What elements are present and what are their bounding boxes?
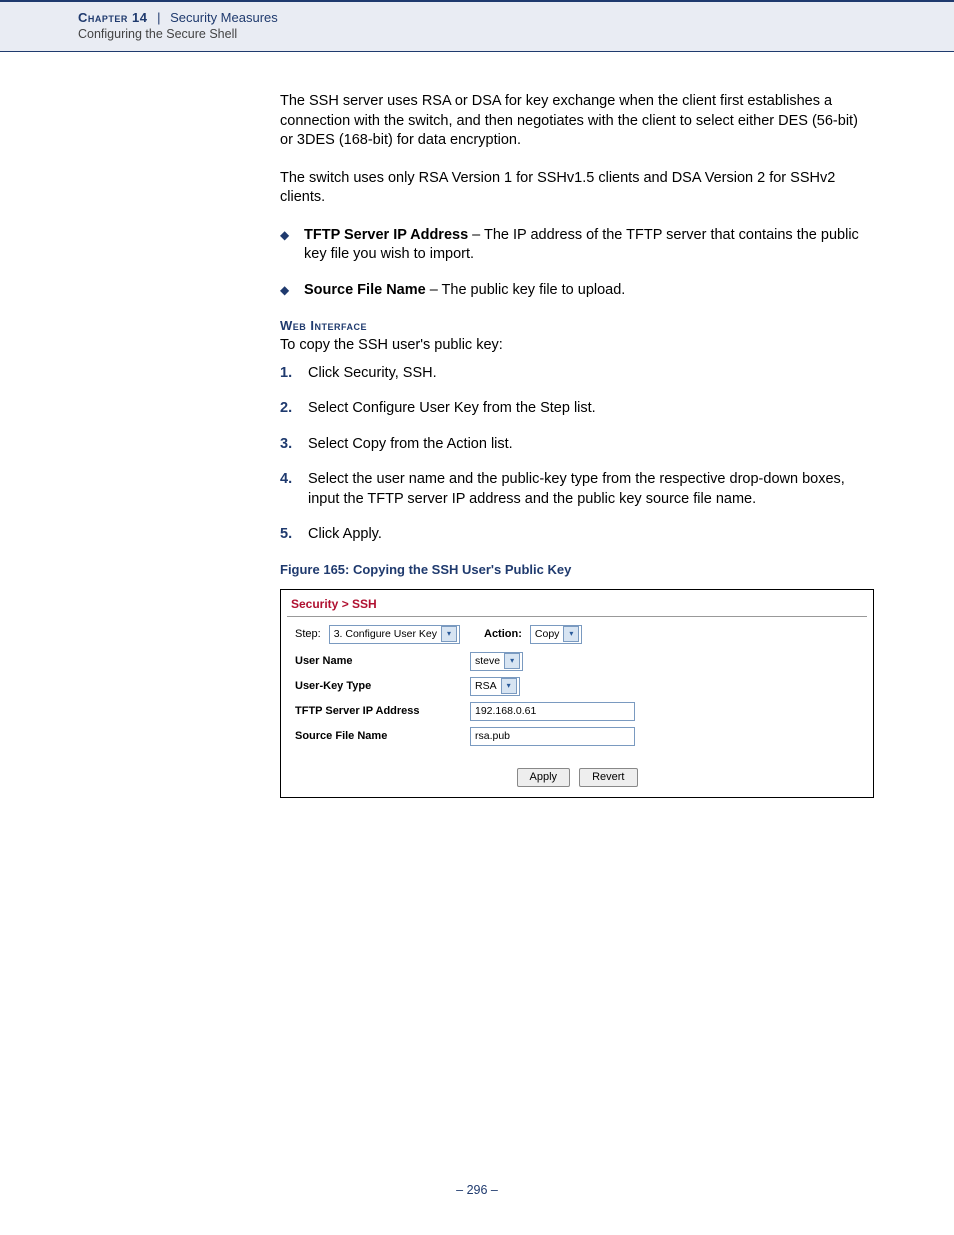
- bullet-source-file: Source File Name – The public key file t…: [280, 281, 874, 301]
- step-dropdown-value: 3. Configure User Key: [334, 627, 437, 641]
- step-4: Select the user name and the public-key …: [280, 470, 874, 509]
- username-value: steve: [475, 654, 500, 668]
- chevron-down-icon: ▾: [441, 626, 457, 642]
- header-separator: |: [157, 10, 160, 25]
- source-label: Source File Name: [295, 729, 470, 744]
- step-5: Click Apply.: [280, 525, 874, 545]
- chevron-down-icon: ▾: [501, 678, 517, 694]
- bullet-desc: – The public key file to upload.: [426, 282, 626, 298]
- steps-intro: To copy the SSH user's public key:: [280, 336, 874, 356]
- keytype-value: RSA: [475, 679, 497, 693]
- action-dropdown-value: Copy: [535, 627, 560, 641]
- chapter-title: Security Measures: [170, 10, 278, 25]
- paragraph-2: The switch uses only RSA Version 1 for S…: [280, 169, 874, 208]
- revert-button[interactable]: Revert: [579, 768, 637, 787]
- chevron-down-icon: ▾: [563, 626, 579, 642]
- procedure-steps: Click Security, SSH. Select Configure Us…: [280, 364, 874, 545]
- bullet-tftp-address: TFTP Server IP Address – The IP address …: [280, 226, 874, 265]
- step-label: Step:: [295, 627, 321, 642]
- page-header: Chapter 14 | Security Measures Configuri…: [0, 0, 954, 52]
- apply-button[interactable]: Apply: [517, 768, 571, 787]
- action-label: Action:: [484, 627, 522, 642]
- figure-caption: Figure 165: Copying the SSH User's Publi…: [280, 561, 874, 579]
- divider: [287, 616, 867, 617]
- keytype-dropdown[interactable]: RSA ▾: [470, 677, 520, 696]
- step-dropdown[interactable]: 3. Configure User Key ▾: [329, 625, 460, 644]
- username-label: User Name: [295, 654, 470, 669]
- bullet-term: Source File Name: [304, 282, 426, 298]
- username-dropdown[interactable]: steve ▾: [470, 652, 523, 671]
- keytype-label: User-Key Type: [295, 679, 470, 694]
- source-value: rsa.pub: [475, 729, 510, 743]
- breadcrumb: Security > SSH: [281, 590, 873, 616]
- chapter-label: Chapter 14: [78, 10, 147, 25]
- tftp-input[interactable]: 192.168.0.61: [470, 702, 635, 721]
- step-2: Select Configure User Key from the Step …: [280, 399, 874, 419]
- source-input[interactable]: rsa.pub: [470, 727, 635, 746]
- action-dropdown[interactable]: Copy ▾: [530, 625, 583, 644]
- parameter-list: TFTP Server IP Address – The IP address …: [280, 226, 874, 301]
- step-1: Click Security, SSH.: [280, 364, 874, 384]
- chevron-down-icon: ▾: [504, 653, 520, 669]
- embedded-screenshot: Security > SSH Step: 3. Configure User K…: [280, 589, 874, 798]
- tftp-label: TFTP Server IP Address: [295, 704, 470, 719]
- section-subtitle: Configuring the Secure Shell: [78, 27, 954, 41]
- page-number: – 296 –: [0, 1183, 954, 1197]
- tftp-value: 192.168.0.61: [475, 704, 536, 718]
- main-content: The SSH server uses RSA or DSA for key e…: [0, 52, 954, 798]
- bullet-term: TFTP Server IP Address: [304, 227, 468, 243]
- paragraph-1: The SSH server uses RSA or DSA for key e…: [280, 92, 874, 151]
- step-3: Select Copy from the Action list.: [280, 435, 874, 455]
- web-interface-heading: Web Interface: [280, 317, 874, 335]
